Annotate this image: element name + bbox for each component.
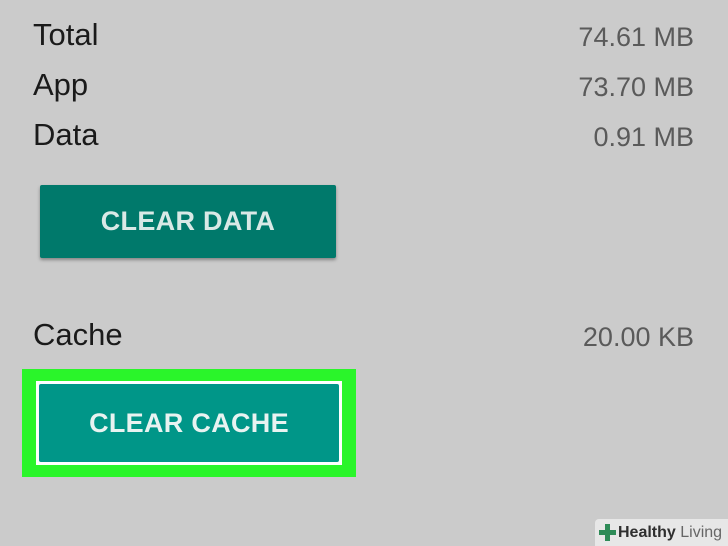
watermark-text: Healthy Living — [618, 523, 722, 543]
watermark-text-bold: Healthy — [618, 523, 676, 541]
total-value: 74.61 MB — [578, 22, 694, 52]
storage-row-total: Total 74.61 MB — [0, 15, 728, 65]
cache-value: 20.00 KB — [582, 322, 694, 352]
storage-row-data: Data 0.91 MB — [0, 115, 728, 165]
clear-data-button[interactable]: CLEAR DATA — [40, 185, 336, 258]
watermark-text-light: Living — [680, 523, 723, 541]
highlight-inner-border: CLEAR CACHE — [36, 381, 342, 465]
storage-row-cache: Cache 20.00 KB — [0, 315, 728, 365]
highlight-box: CLEAR CACHE — [22, 369, 356, 477]
healthy-living-watermark: Healthy Living — [595, 519, 728, 546]
total-label: Total — [33, 17, 99, 52]
data-value: 0.91 MB — [593, 122, 694, 152]
clear-cache-button[interactable]: CLEAR CACHE — [39, 384, 339, 462]
app-label: App — [33, 67, 89, 102]
app-value: 73.70 MB — [578, 72, 694, 102]
cache-label: Cache — [33, 317, 123, 352]
data-label: Data — [33, 117, 99, 152]
storage-row-app: App 73.70 MB — [0, 65, 728, 115]
plus-cross-icon — [599, 524, 616, 541]
